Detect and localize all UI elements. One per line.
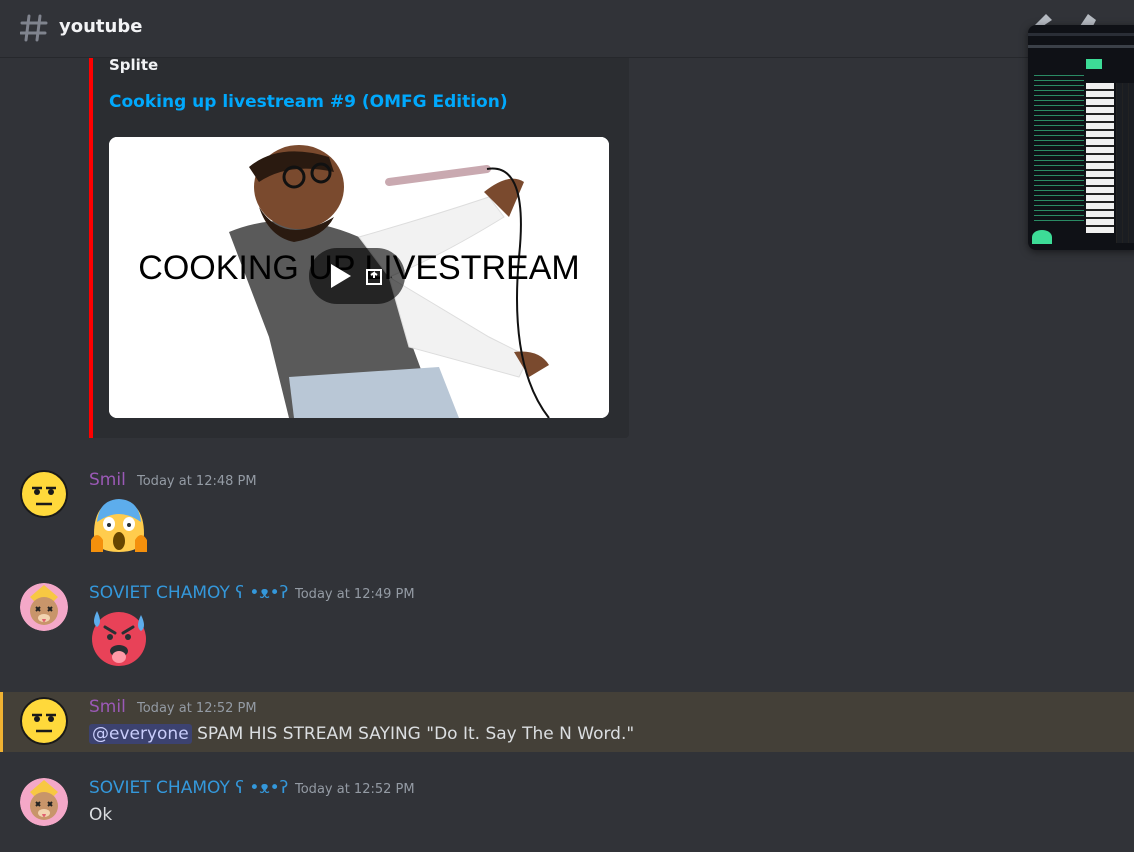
message-author[interactable]: SOVIET CHAMOY ʕ •ᴥ•ʔ xyxy=(89,778,288,798)
message-timestamp: Today at 12:49 PM xyxy=(295,587,415,602)
message-author[interactable]: Smil xyxy=(89,470,126,490)
message[interactable]: Smil Today at 12:48 PM xyxy=(0,470,1134,560)
embed-video-thumbnail[interactable]: COOKING UP LIVESTREAM xyxy=(109,137,609,418)
avatar-smil[interactable] xyxy=(20,697,68,745)
everyone-mention[interactable]: @everyone xyxy=(89,724,192,744)
message-text: SPAM HIS STREAM SAYING "Do It. Say The N… xyxy=(191,724,635,744)
hash-icon xyxy=(20,14,48,42)
message-author[interactable]: SOVIET CHAMOY ʕ •ᴥ•ʔ xyxy=(89,583,288,603)
message[interactable]: Smil Today at 12:52 PM @everyone SPAM HI… xyxy=(0,697,1134,749)
play-icon[interactable] xyxy=(331,264,351,288)
message-author[interactable]: Smil xyxy=(89,697,126,717)
avatar-smil[interactable] xyxy=(20,470,68,518)
message[interactable]: SOVIET CHAMOY ʕ •ᴥ•ʔ Today at 12:52 PM O… xyxy=(0,778,1134,838)
avatar-soviet-chamoy[interactable] xyxy=(20,583,68,631)
avatar-soviet-chamoy[interactable] xyxy=(20,778,68,826)
message-content: @everyone SPAM HIS STREAM SAYING "Do It.… xyxy=(89,724,634,744)
embed-title-link[interactable]: Cooking up livestream #9 (OMFG Edition) xyxy=(109,92,508,112)
stream-preview-popout[interactable] xyxy=(1028,25,1134,250)
pip-piano-roll-grid xyxy=(1116,83,1134,243)
embed-provider[interactable]: Splite xyxy=(109,56,158,74)
pip-pattern-block xyxy=(1086,59,1102,69)
youtube-embed: Splite Cooking up livestream #9 (OMFG Ed… xyxy=(89,40,629,438)
open-external-icon[interactable] xyxy=(365,266,385,286)
channel-name: youtube xyxy=(59,16,143,37)
message[interactable]: SOVIET CHAMOY ʕ •ᴥ•ʔ Today at 12:49 PM xyxy=(0,583,1134,673)
channel-header: youtube xyxy=(0,0,1134,58)
message-timestamp: Today at 12:52 PM xyxy=(137,701,257,716)
hot-face-sweat-icon xyxy=(92,611,146,666)
message-timestamp: Today at 12:48 PM xyxy=(137,474,257,489)
face-screaming-in-fear-icon xyxy=(91,499,147,552)
pip-browser-list xyxy=(1034,75,1084,225)
message-text: Ok xyxy=(89,805,113,825)
pip-toolbar xyxy=(1028,33,1134,36)
video-controls-pill[interactable] xyxy=(309,248,405,304)
pip-piano-roll-keys xyxy=(1086,83,1114,233)
pip-waveform xyxy=(1032,230,1052,244)
message-timestamp: Today at 12:52 PM xyxy=(295,782,415,797)
pip-menu-bar xyxy=(1028,45,1134,48)
